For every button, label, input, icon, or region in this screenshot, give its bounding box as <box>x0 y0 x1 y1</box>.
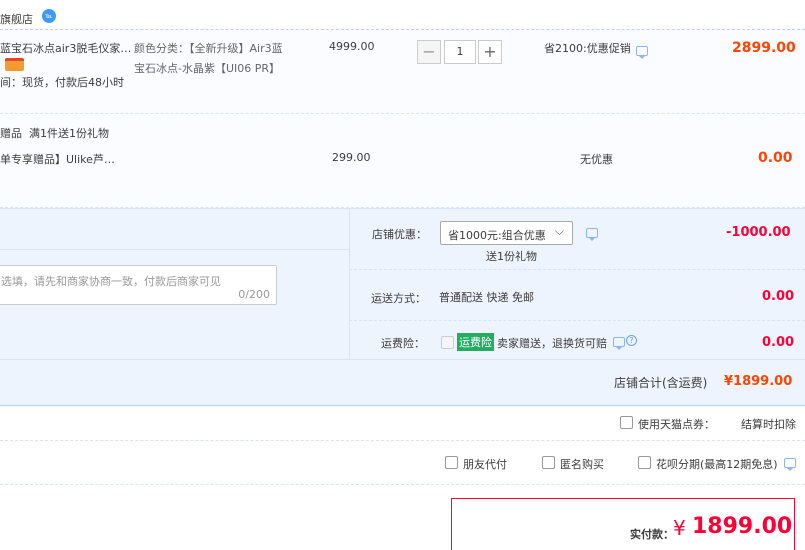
item-title[interactable]: 蓝宝石冰点air3脱毛仪家… <box>0 40 131 56</box>
message-placeholder: 选填，请先和商家协商一致，付款后商家可见 <box>1 275 221 288</box>
shop-discount-gift: 送1份礼物 <box>486 250 537 263</box>
credit-card-icon <box>5 58 24 71</box>
shop-name[interactable]: 旗舰店 <box>0 11 33 27</box>
tmall-points-label: 使用天猫点券： <box>638 418 715 431</box>
huabei-label: 花呗分期(最高12期免息) <box>656 458 778 471</box>
shop-header: 旗舰店 ℡ <box>0 0 805 30</box>
gift-subtotal: 0.00 <box>758 150 793 166</box>
insurance-tag: 运费险 <box>457 333 494 351</box>
anonymous-checkbox[interactable] <box>542 456 555 469</box>
friend-pay-checkbox[interactable] <box>445 456 458 469</box>
gift-rule: 满1件送1份礼物 <box>29 127 109 140</box>
huabei-checkbox[interactable] <box>638 456 651 469</box>
shop-discount-label: 店铺优惠： <box>372 228 427 241</box>
gift-section: 赠品 满1件送1份礼物 单专享赠品】Ulike芦… 299.00 无优惠 0.0… <box>0 115 805 208</box>
insurance-checkbox[interactable] <box>441 336 454 349</box>
tmall-points-checkbox[interactable] <box>620 416 633 429</box>
order-details-panel: 选填，请先和商家协商一致，付款后商家可见 0/200 店铺优惠： 省1000元:… <box>0 208 805 406</box>
payment-label: 实付款： <box>630 528 674 541</box>
quantity-minus-button[interactable]: − <box>417 40 441 64</box>
divider <box>0 484 805 485</box>
anonymous-label: 匿名购买 <box>560 458 604 471</box>
item-unit-price: 4999.00 <box>329 40 375 53</box>
shop-discount-amount: -1000.00 <box>726 225 791 240</box>
gift-title[interactable]: 单专享赠品】Ulike芦… <box>0 151 115 167</box>
delivery-label: 运送方式： <box>371 292 426 305</box>
quantity-plus-button[interactable]: + <box>478 40 502 64</box>
divider <box>0 440 805 441</box>
delivery-amount: 0.00 <box>762 289 795 304</box>
gift-label: 赠品 <box>0 127 22 140</box>
item-sku-line2: 宝石冰点-水晶紫【UI06 PR】 <box>134 62 281 75</box>
cart-item: 蓝宝石冰点air3脱毛仪家… 间：现货，付款后48小时 颜色分类：【全新升级】A… <box>0 31 805 114</box>
buyer-message-input[interactable]: 选填，请先和商家协商一致，付款后商家可见 0/200 <box>0 265 277 305</box>
actual-payment-box: 实付款： ¥ 1899.00 <box>451 498 795 550</box>
quantity-input[interactable]: 1 <box>444 40 476 64</box>
item-shipping-time: 间：现货，付款后48小时 <box>0 76 124 89</box>
divider <box>0 359 805 360</box>
payment-currency: ¥ <box>673 516 686 540</box>
chat-icon[interactable] <box>613 337 625 350</box>
shop-service-icon[interactable]: ℡ <box>42 9 56 23</box>
shop-total-label: 店铺合计(含运费) <box>614 376 708 390</box>
settle-note: 结算时扣除 <box>741 418 796 431</box>
divider <box>349 320 805 321</box>
insurance-amount: 0.00 <box>762 335 795 350</box>
friend-pay-label: 朋友代付 <box>463 458 507 471</box>
divider <box>349 269 805 270</box>
item-subtotal: 2899.00 <box>732 40 796 56</box>
chat-icon[interactable] <box>784 458 796 471</box>
insurance-desc: 卖家赠送，退换货可赔 <box>497 337 607 350</box>
order-confirm-page: 旗舰店 ℡ 蓝宝石冰点air3脱毛仪家… 间：现货，付款后48小时 颜色分类：【… <box>0 0 805 550</box>
item-sku-line1: 颜色分类：【全新升级】Air3蓝 <box>134 42 283 55</box>
message-counter: 0/200 <box>238 288 270 301</box>
item-discount: 省2100:优惠促销 <box>544 42 631 55</box>
chat-icon[interactable] <box>636 46 648 59</box>
gift-unit-price: 299.00 <box>332 151 371 164</box>
help-icon[interactable]: ? <box>626 335 637 346</box>
shop-discount-select[interactable]: 省1000元:组合优惠 ⌵ <box>440 221 573 245</box>
payment-amount: 1899.00 <box>692 514 793 539</box>
chevron-down-icon: ⌵ <box>554 224 564 238</box>
shop-discount-value: 省1000元:组合优惠 <box>448 229 546 242</box>
chat-icon[interactable] <box>586 228 598 241</box>
gift-discount: 无优惠 <box>580 153 613 166</box>
delivery-value[interactable]: 普通配送 快递 免邮 <box>439 289 534 305</box>
insurance-label: 运费险： <box>381 337 425 350</box>
shop-total-value: ¥1899.00 <box>724 374 793 389</box>
divider <box>0 249 349 250</box>
